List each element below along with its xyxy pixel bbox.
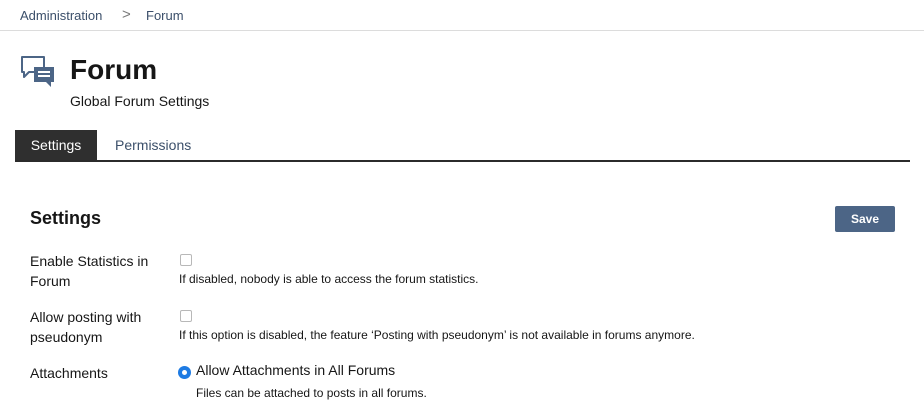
section-title: Settings	[30, 208, 102, 228]
pseudonym-posting-label: Allow posting with pseudonym	[30, 309, 142, 345]
page-title: Forum	[70, 54, 158, 85]
attachments-label: Attachments	[30, 365, 108, 381]
chevron-right-icon: >	[122, 6, 131, 23]
pseudonym-posting-hint: If this option is disabled, the feature …	[179, 328, 695, 342]
attachments-all-forums-option[interactable]: Allow Attachments in All Forums	[196, 362, 395, 378]
tab-settings[interactable]: Settings	[15, 130, 97, 160]
pseudonym-posting-checkbox[interactable]	[180, 310, 192, 322]
save-button[interactable]: Save	[835, 206, 895, 232]
breadcrumb-administration-link[interactable]: Administration	[20, 8, 102, 23]
enable-statistics-label: Enable Statistics in Forum	[30, 253, 149, 289]
breadcrumb: Administration > Forum	[0, 0, 924, 31]
tab-bar: Settings Permissions	[15, 130, 910, 162]
attachments-all-forums-radio[interactable]	[178, 366, 191, 379]
page-subtitle: Global Forum Settings	[70, 93, 210, 109]
enable-statistics-hint: If disabled, nobody is able to access th…	[179, 272, 479, 286]
forum-chat-icon	[20, 54, 56, 88]
attachments-hint: Files can be attached to posts in all fo…	[196, 386, 427, 400]
tab-permissions[interactable]: Permissions	[101, 130, 205, 160]
enable-statistics-checkbox[interactable]	[180, 254, 192, 266]
breadcrumb-forum-link[interactable]: Forum	[146, 8, 184, 23]
